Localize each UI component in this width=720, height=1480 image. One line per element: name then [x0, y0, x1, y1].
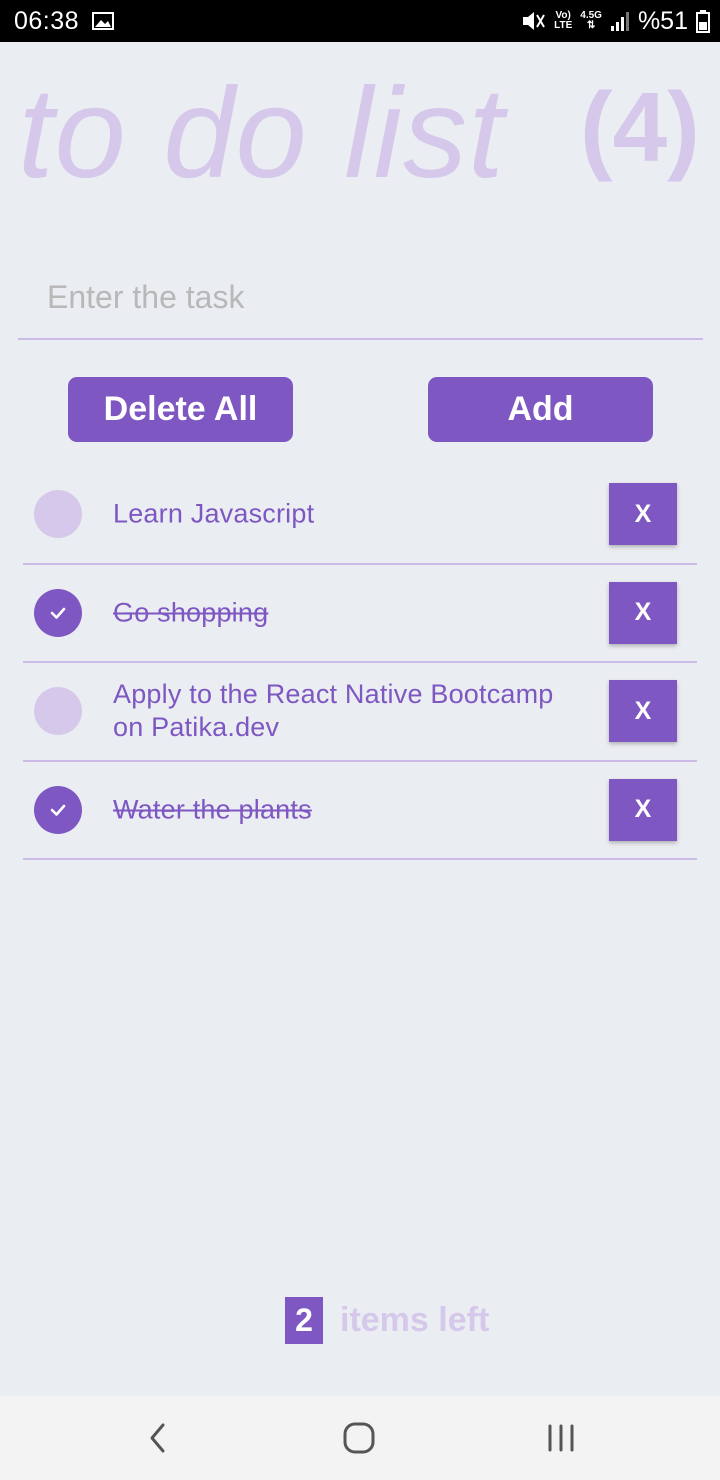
task-checkbox[interactable] [34, 490, 82, 539]
task-count: (4) [580, 72, 700, 182]
recent-apps-button[interactable] [539, 1416, 583, 1460]
delete-task-button[interactable]: X [609, 483, 677, 546]
items-left-count: 2 [285, 1297, 323, 1344]
task-row: Water the plants X [23, 762, 697, 860]
delete-all-button[interactable]: Delete All [68, 377, 293, 442]
task-checkbox[interactable] [34, 687, 82, 736]
navigation-bar [0, 1396, 720, 1480]
items-left-footer: 2 items left [285, 1297, 489, 1344]
home-button[interactable] [337, 1416, 381, 1460]
checkmark-icon [50, 804, 66, 816]
battery-level: %51 [637, 6, 688, 35]
items-left-label: items left [340, 1301, 490, 1339]
task-row: Learn Javascript X [23, 466, 697, 565]
gallery-icon [92, 12, 114, 30]
delete-task-button[interactable]: X [609, 581, 677, 644]
status-bar: 06:38 Vo) LTE 4.5G ⇅ %51 [0, 0, 720, 42]
task-input[interactable] [18, 256, 703, 340]
mute-icon [523, 12, 545, 30]
task-checkbox[interactable] [34, 588, 82, 637]
task-checkbox[interactable] [34, 785, 82, 834]
status-icons: Vo) LTE 4.5G ⇅ %51 [520, 6, 710, 36]
data-speed: 4.5G ⇅ [580, 10, 602, 31]
delete-task-button[interactable]: X [609, 680, 677, 743]
status-time: 06:38 [14, 7, 80, 35]
back-icon [150, 1423, 165, 1453]
task-row: Go shopping X [23, 565, 697, 663]
app-title: to do list [18, 62, 505, 205]
task-text: Water the plants [113, 794, 312, 825]
add-button[interactable]: Add [428, 377, 653, 442]
task-text: Learn Javascript [113, 498, 315, 529]
signal-icon [610, 12, 629, 31]
battery-icon [696, 10, 710, 33]
back-button[interactable] [136, 1416, 180, 1460]
home-icon [343, 1422, 375, 1454]
task-row: Apply to the React Native Bootcamp on Pa… [23, 663, 697, 762]
task-text: Apply to the React Native Bootcamp on Pa… [113, 679, 554, 743]
checkmark-icon [50, 607, 66, 619]
task-text: Go shopping [113, 597, 269, 628]
delete-task-button[interactable]: X [609, 778, 677, 841]
recent-apps-icon [548, 1424, 574, 1452]
network-type: Vo) LTE [554, 10, 573, 31]
task-list: Learn Javascript X Go shopping X Apply t… [23, 466, 697, 860]
